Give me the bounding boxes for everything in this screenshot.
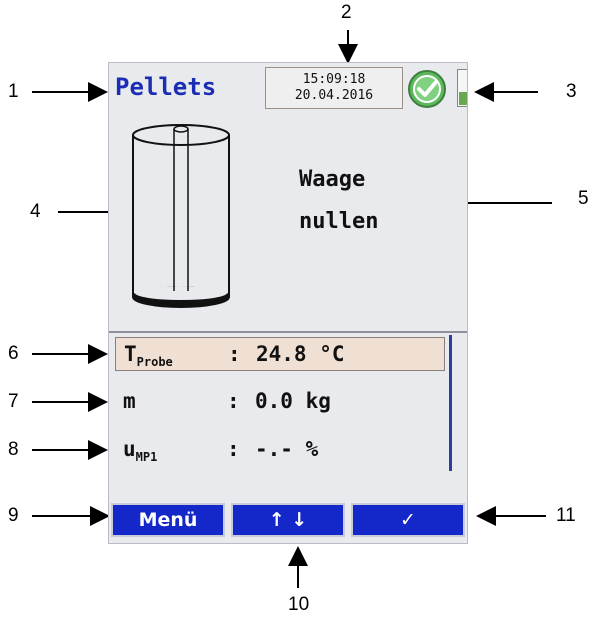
message-line-1: Waage [299,167,366,192]
battery-indicator [457,69,467,107]
menu-button[interactable]: Menü [111,503,225,537]
callout-4: 4 [30,201,41,222]
callout-10: 10 [288,594,310,615]
reading-value: 0.0 kg [255,389,331,413]
battery-fill [459,92,467,105]
reading-value: 24.8 °C [256,342,345,366]
divider [109,331,467,333]
reading-row-mass[interactable]: m : 0.0 kg [115,385,445,419]
navigate-button[interactable]: ↑ ↓ [231,503,345,537]
reading-label: uMP1 [123,437,158,465]
check-circle-icon [407,69,449,113]
callout-7: 7 [8,391,19,412]
device-screen: Pellets 15:09:18 20.04.2016 Waage nullen [108,62,468,544]
clock-box: 15:09:18 20.04.2016 [265,67,403,109]
reading-row-moisture[interactable]: uMP1 : -.- % [115,433,445,467]
status-message: Waage nullen [299,159,378,243]
callout-11: 11 [556,505,576,526]
callout-1: 1 [8,81,19,102]
reading-row-temperature[interactable]: TProbe : 24.8 °C [115,337,445,371]
reading-colon: : [227,437,240,461]
reading-label: m [123,389,136,413]
callout-9: 9 [8,505,19,526]
callout-3: 3 [566,81,577,102]
callout-6: 6 [8,343,19,364]
clock-time: 15:09:18 [302,72,366,87]
page-title: Pellets [115,73,217,101]
reading-value: -.- % [255,437,319,461]
callout-8: 8 [8,439,19,460]
reading-colon: : [227,389,240,413]
callout-5: 5 [578,188,589,209]
reading-colon: : [228,342,241,366]
callout-2: 2 [341,2,352,23]
container-icon [129,121,233,321]
reading-label: TProbe [124,342,173,370]
confirm-button[interactable]: ✓ [351,503,465,537]
clock-date: 20.04.2016 [294,88,374,103]
message-line-2: nullen [299,209,379,234]
scrollbar[interactable] [449,335,452,471]
